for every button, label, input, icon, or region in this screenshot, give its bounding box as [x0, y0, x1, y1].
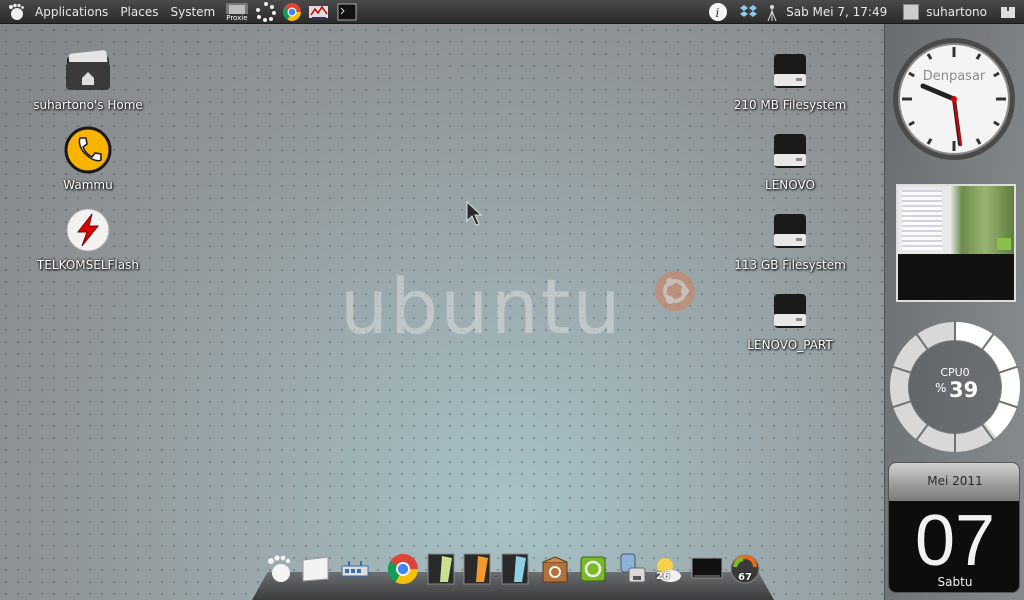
shutdown-icon[interactable]: [998, 2, 1018, 22]
desktop-icon-label: 113 GB Filesystem: [734, 258, 846, 272]
ubuntu-wallpaper-logo: ubuntu: [340, 262, 700, 352]
modem-flash-icon: [63, 206, 113, 254]
dock: 26 67: [252, 551, 774, 600]
analog-clock-face: [893, 38, 1015, 160]
drive-icon: [765, 286, 815, 334]
drive-icon: [765, 46, 815, 94]
menu-applications[interactable]: Applications: [29, 0, 114, 24]
top-panel: Applications Places System Proxie i Sab …: [0, 0, 1024, 24]
signal-antenna-icon[interactable]: [765, 2, 779, 22]
desktop-icon-home[interactable]: suhartono's Home: [23, 46, 153, 112]
window-icon[interactable]: [298, 551, 332, 587]
proxie-launcher-icon[interactable]: Proxie: [224, 2, 250, 22]
workspace-preview-widget[interactable]: [896, 184, 1016, 302]
desktop-icon-label: LENOVO_PART: [747, 338, 833, 352]
system-monitor-icon[interactable]: [308, 2, 329, 22]
cpu-meter-icon[interactable]: 67: [728, 551, 762, 587]
desktop-icon-drive-113gb[interactable]: 113 GB Filesystem: [725, 206, 855, 272]
printer-icon[interactable]: [614, 551, 648, 587]
chrome-icon[interactable]: [386, 551, 420, 587]
desktop-icon-telkomselflash[interactable]: TELKOMSELFlash: [23, 206, 153, 272]
mouse-pointer-icon: [466, 201, 482, 226]
clock-widget[interactable]: Denpasar: [891, 36, 1017, 162]
calendar-weekday: Sabtu: [937, 575, 973, 589]
user-avatar-icon[interactable]: [901, 2, 921, 22]
home-folder-icon: [63, 46, 113, 94]
cpu-value: 39: [949, 378, 979, 402]
ubuntu-software-icon[interactable]: [576, 551, 610, 587]
dropbox-icon[interactable]: [739, 2, 759, 22]
calendar-month: Mei 2011: [927, 474, 983, 488]
cpu-unit: %: [935, 381, 947, 395]
info-icon[interactable]: i: [708, 2, 728, 22]
proxie-badge: Proxie: [225, 13, 249, 22]
terminal-icon[interactable]: [337, 2, 357, 22]
spinner-icon[interactable]: [256, 1, 277, 22]
calendar-day: 07: [914, 501, 996, 581]
drive-icon: [765, 206, 815, 254]
calendar-widget[interactable]: Mei 2011 07 Sabtu: [888, 462, 1020, 593]
weather-icon[interactable]: 26: [650, 551, 684, 587]
weather-temperature: 26: [656, 571, 670, 582]
panel-clock[interactable]: Sab Mei 7, 17:49: [782, 5, 893, 19]
desktop-icon-label: suhartono's Home: [33, 98, 143, 112]
cpu-gauge-widget[interactable]: CPU0 % 39: [886, 318, 1024, 456]
desktop-icon-drive-lenovo-part[interactable]: LENOVO_PART: [725, 286, 855, 352]
terminal-blue-icon[interactable]: [498, 551, 532, 587]
chrome-icon[interactable]: [282, 2, 302, 22]
desktop-icon-label: Wammu: [63, 178, 113, 192]
phone-icon: [63, 126, 113, 174]
svg-text:i: i: [716, 6, 720, 20]
drive-icon: [765, 126, 815, 174]
menu-system[interactable]: System: [164, 0, 221, 24]
cpu-meter-value: 67: [738, 572, 752, 583]
workspace-preview-image: [898, 186, 1014, 254]
ubuntu-logo-text: ubuntu: [340, 262, 623, 351]
desktop-icon-label: LENOVO: [765, 178, 815, 192]
gnome-foot-icon[interactable]: [6, 2, 26, 22]
panel-username[interactable]: suhartono: [924, 5, 995, 19]
menu-places[interactable]: Places: [114, 0, 164, 24]
clock-city-label: Denpasar: [922, 69, 986, 84]
widget-sidebar: Denpasar CPU0 % 39 Mei 2011 07 Sabtu: [884, 24, 1024, 600]
terminal-green-icon[interactable]: [424, 551, 458, 587]
monitor-icon[interactable]: [690, 551, 724, 587]
desktop-icon-drive-lenovo[interactable]: LENOVO: [725, 126, 855, 192]
desktop-icon-label: 210 MB Filesystem: [733, 98, 847, 112]
desktop-icon-wammu[interactable]: Wammu: [23, 126, 153, 192]
ubuntu-circle-of-friends-icon: [655, 271, 695, 311]
desktop-icon-label: TELKOMSELFlash: [37, 258, 139, 272]
terminal-orange-icon[interactable]: [460, 551, 494, 587]
panel-tray: i Sab Mei 7, 17:49 suhartono: [705, 0, 1024, 24]
gnome-foot-icon[interactable]: [262, 551, 296, 587]
package-icon[interactable]: [538, 551, 572, 587]
desktop-icon-drive-210mb[interactable]: 210 MB Filesystem: [725, 46, 855, 112]
network-icon[interactable]: [338, 551, 372, 587]
